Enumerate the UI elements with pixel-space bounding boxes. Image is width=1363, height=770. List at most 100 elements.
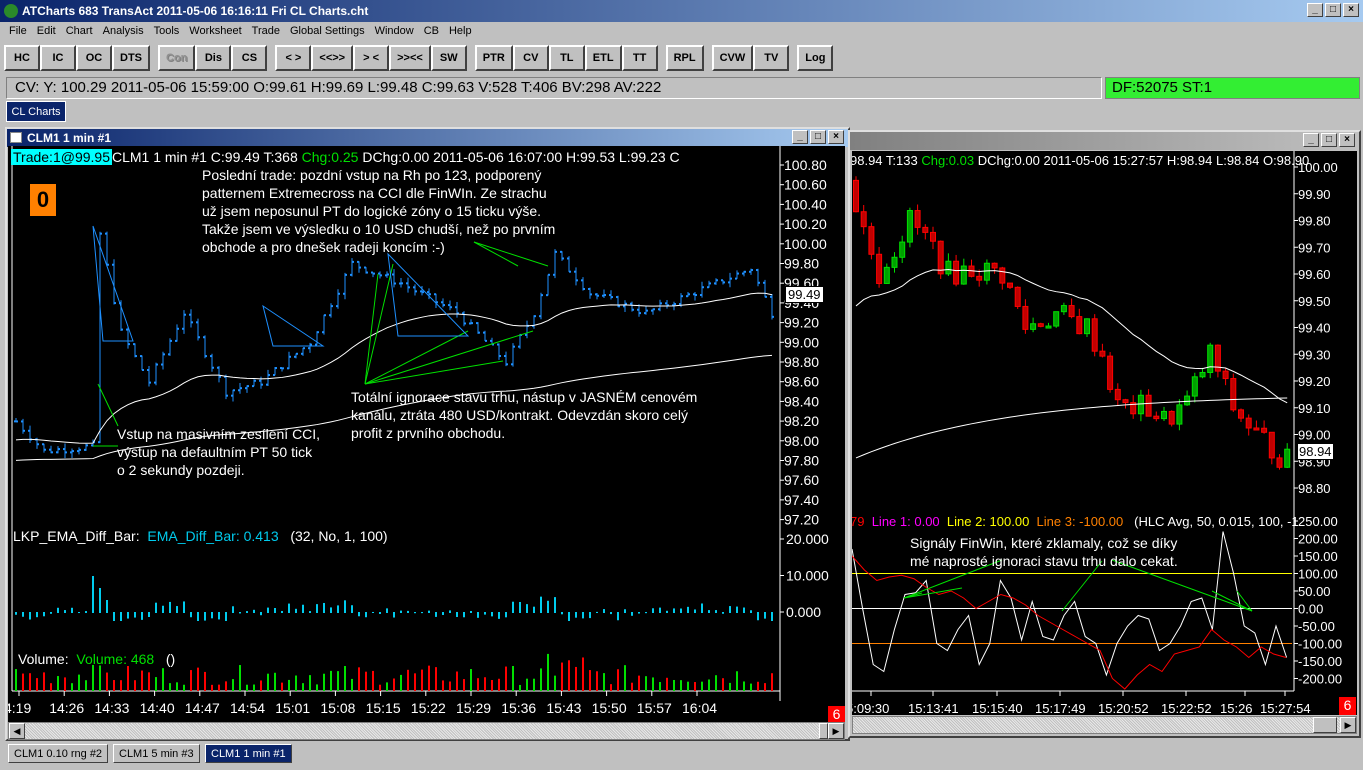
toolbar-button-2-0[interactable]: < >: [275, 45, 312, 71]
change-value: Chg:0.03: [921, 153, 975, 168]
chart-area-right[interactable]: 100.00 99.90 99.80 99.70 99.60 99.50 99.40 99.3…: [852, 151, 1357, 715]
annotation-line: Vstup na masivním zesílení CCI,: [117, 426, 321, 442]
ema-diff-bar: [43, 612, 45, 617]
menu-window[interactable]: Window: [370, 22, 419, 41]
scroll-left-button[interactable]: ◀: [9, 723, 25, 739]
chart-area-left[interactable]: 100.80 100.60 100.40 100.20 100.00 99.80 99.60…: [8, 146, 845, 722]
ema-diff-bar: [15, 612, 17, 615]
maximize-button[interactable]: □: [1321, 133, 1337, 147]
ema-diff-bar: [757, 612, 759, 621]
scroll-thumb[interactable]: [1313, 717, 1337, 733]
ema-diff-bar: [729, 606, 731, 613]
toolbar-button-2-3[interactable]: >><<: [389, 45, 431, 71]
minimize-button[interactable]: _: [1307, 3, 1323, 17]
volume-bar: [414, 673, 416, 691]
maximize-button[interactable]: □: [1325, 3, 1341, 17]
menu-worksheet[interactable]: Worksheet: [184, 22, 246, 41]
toolbar-button-6-0[interactable]: Log: [797, 45, 834, 71]
toolbar-button-1-0[interactable]: Con: [158, 45, 196, 71]
time-tick-label: 15:20:52: [1098, 701, 1149, 715]
menu-edit[interactable]: Edit: [32, 22, 61, 41]
ema-diff-bar: [148, 612, 150, 618]
volume-bar: [267, 673, 269, 691]
ema-slow-line: [855, 397, 1288, 459]
cci-red-line: [852, 555, 1287, 690]
close-button[interactable]: ×: [1343, 3, 1359, 17]
price-tick-label: 100.20: [784, 216, 827, 232]
toolbar-button-1-2[interactable]: CS: [231, 45, 268, 71]
minimize-button[interactable]: _: [792, 130, 808, 144]
cci-params: (HLC Avg, 50, 0.015, 100, -1: [1134, 514, 1299, 529]
price-tick-label: 98.00: [784, 433, 819, 449]
horizontal-scrollbar-right[interactable]: ▶: [852, 716, 1357, 734]
time-tick-label: 15:36: [501, 700, 536, 716]
tab-cl-charts[interactable]: CL Charts: [6, 101, 66, 122]
toolbar-button-0-0[interactable]: HC: [4, 45, 40, 71]
scroll-right-button[interactable]: ▶: [828, 723, 844, 739]
scroll-right-button[interactable]: ▶: [1340, 717, 1356, 733]
price-tick-label: 97.80: [784, 453, 819, 469]
ema-diff-bar: [64, 610, 66, 613]
ema-tick-label: 20.000: [786, 531, 829, 547]
ema-diff-bar: [50, 612, 52, 614]
candle-body: [976, 275, 983, 281]
horizontal-scrollbar-left[interactable]: ◀ ▶: [8, 722, 845, 740]
cci-tick-label: 150.00: [1298, 549, 1338, 564]
ema-diff-bar: [498, 612, 500, 619]
menu-help[interactable]: Help: [444, 22, 477, 41]
annotation-arrow: [364, 263, 394, 385]
ema-diff-bar: [169, 601, 171, 613]
menu-analysis[interactable]: Analysis: [98, 22, 149, 41]
chart-tab-0[interactable]: CLM1 0.10 rng #2: [8, 744, 109, 763]
annotation-line: obchode a pro dnešek radeji koncím :-): [202, 239, 445, 255]
toolbar-button-4-0[interactable]: RPL: [665, 45, 704, 71]
toolbar-button-0-3[interactable]: DTS: [112, 45, 150, 71]
candle-body: [922, 226, 929, 233]
toolbar-button-0-1[interactable]: IC: [40, 45, 76, 71]
menu-cb[interactable]: CB: [419, 22, 444, 41]
ema-diff-bar: [659, 607, 661, 613]
toolbar-button-5-0[interactable]: CVW: [711, 45, 754, 71]
price-tick-label: 99.10: [1298, 401, 1331, 416]
ema-diff-bar: [204, 612, 206, 621]
cci-tick-label: -150.00: [1298, 654, 1342, 669]
menu-trade[interactable]: Trade: [247, 22, 285, 41]
toolbar-button-3-2[interactable]: TL: [548, 45, 585, 71]
volume-bar: [708, 679, 710, 691]
ema-diff-bar: [715, 610, 717, 613]
toolbar-button-3-0[interactable]: PTR: [474, 45, 513, 71]
volume-bar: [540, 668, 542, 691]
price-tick-label: 99.20: [1298, 374, 1331, 389]
toolbar-button-2-1[interactable]: <<>>: [311, 45, 354, 71]
toolbar-button-5-1[interactable]: TV: [753, 45, 790, 71]
toolbar-button-3-3[interactable]: ETL: [584, 45, 622, 71]
menu-tools[interactable]: Tools: [149, 22, 185, 41]
minimize-button[interactable]: _: [1303, 133, 1319, 147]
price-tick-label: 99.50: [1298, 294, 1331, 309]
toolbar-button-3-4[interactable]: TT: [621, 45, 658, 71]
ema-diff-bar: [512, 601, 514, 613]
toolbar-button-2-2[interactable]: > <: [353, 45, 390, 71]
scroll-thumb[interactable]: [819, 723, 828, 739]
toolbar-button-1-1[interactable]: Dis: [195, 45, 232, 71]
time-tick-label: 14:47: [185, 700, 220, 716]
toolbar-button-2-4[interactable]: SW: [430, 45, 467, 71]
maximize-button[interactable]: □: [810, 130, 826, 144]
menu-chart[interactable]: Chart: [61, 22, 98, 41]
chart-tab-1[interactable]: CLM1 5 min #3: [113, 744, 200, 763]
change-value: Chg:0.25: [301, 149, 359, 165]
volume-bar: [379, 684, 381, 691]
toolbar-button-3-1[interactable]: CV: [512, 45, 549, 71]
candle-body: [876, 253, 883, 284]
toolbar-button-0-2[interactable]: OC: [76, 45, 112, 71]
volume-bar: [505, 666, 507, 691]
candle-body: [930, 231, 936, 242]
close-button[interactable]: ×: [828, 130, 844, 144]
menu-global-settings[interactable]: Global Settings: [285, 22, 370, 41]
chart-tab-2[interactable]: CLM1 1 min #1: [205, 744, 292, 763]
cci-tick-label: -200.00: [1298, 672, 1342, 687]
menu-file[interactable]: File: [4, 22, 32, 41]
volume-bar: [470, 669, 472, 691]
volume-bar: [498, 678, 500, 691]
close-button[interactable]: ×: [1339, 133, 1355, 147]
